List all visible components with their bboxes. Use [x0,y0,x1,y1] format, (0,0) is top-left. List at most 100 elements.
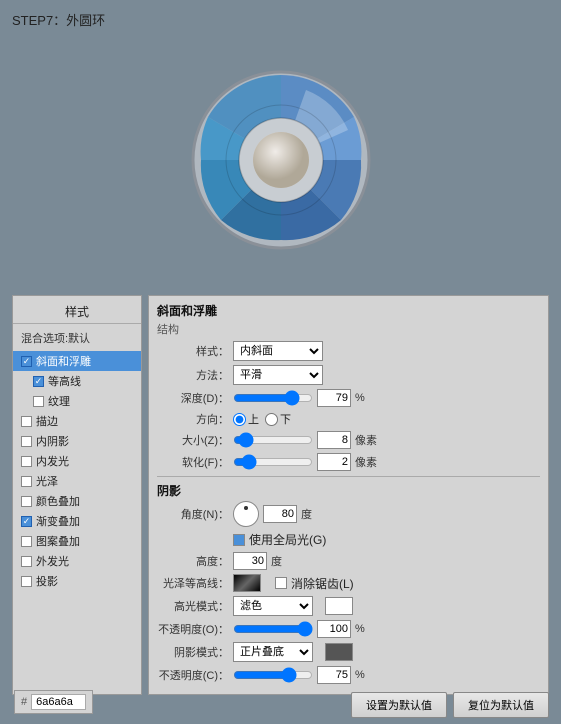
soften-slider[interactable] [233,455,313,469]
cb-innershadow[interactable] [21,436,32,447]
cb-stroke[interactable] [21,416,32,427]
style-item-bevel[interactable]: 斜面和浮雕 [13,351,141,371]
shadow-opacity-value[interactable] [317,666,351,684]
highlight-opacity-label: 不透明度(O)： [157,621,229,637]
gloss-preview[interactable] [233,574,261,592]
direction-row: 方向： 上 下 [157,411,540,427]
method-row: 方法： 平滑 雕刻清晰 [157,365,540,385]
style-row: 样式： 内斜面 外斜面 浮雕效果 [157,341,540,361]
ring-icon-svg [186,65,376,255]
style-label-stroke: 描边 [36,413,58,429]
divider-shadow [157,476,540,477]
style-item-coloroverlay[interactable]: 颜色叠加 [13,491,141,511]
cb-patternoverlay[interactable] [21,536,32,547]
use-global-label: 使用全局光(G) [249,531,326,548]
direction-up-label[interactable]: 上 [233,411,259,427]
main-panel: 样式 混合选项:默认 斜面和浮雕 等高线 纹理 描边 内阴影 内发光 [12,295,549,695]
shadow-opacity-label: 不透明度(C)： [157,667,229,683]
angle-widget[interactable] [233,501,259,527]
cb-satin[interactable] [21,476,32,487]
styles-title: 样式 [13,300,141,324]
depth-slider[interactable] [233,391,313,405]
cb-antialias[interactable] [275,577,287,589]
structure-label: 结构 [157,321,540,337]
style-item-satin[interactable]: 光泽 [13,471,141,491]
angle-dot [244,506,248,510]
size-unit: 像素 [355,432,377,448]
cb-use-global[interactable] [233,534,245,546]
anti-alias-label: 消除锯齿(L) [291,575,354,592]
highlight-opacity-row: 不透明度(O)： % [157,620,540,638]
style-item-contour[interactable]: 等高线 [13,371,141,391]
size-row: 大小(Z)： 像素 [157,431,540,449]
style-label-outerglow: 外发光 [36,553,69,569]
direction-down-label[interactable]: 下 [265,411,291,427]
altitude-value[interactable] [233,552,267,570]
cb-contour[interactable] [33,376,44,387]
depth-label: 深度(D)： [157,390,229,406]
shadow-opacity-row: 不透明度(C)： % [157,666,540,684]
shadow-color-swatch[interactable] [325,643,353,661]
gloss-row: 光泽等高线： 消除锯齿(L) [157,574,540,592]
depth-unit: % [355,392,365,404]
soften-unit: 像素 [355,454,377,470]
bevel-section-title: 斜面和浮雕 [157,302,540,319]
direction-down-text: 下 [280,411,291,427]
soften-value[interactable] [317,453,351,471]
shadow-mode-select[interactable]: 正片叠底 正常 [233,642,313,662]
reset-default-button[interactable]: 复位为默认值 [453,692,549,718]
depth-value[interactable] [317,389,351,407]
style-select[interactable]: 内斜面 外斜面 浮雕效果 [233,341,323,361]
style-field-label: 样式： [157,343,229,359]
styles-panel: 样式 混合选项:默认 斜面和浮雕 等高线 纹理 描边 内阴影 内发光 [12,295,142,695]
method-field-label: 方法： [157,367,229,383]
direction-down-radio[interactable] [265,413,278,426]
highlight-opacity-slider[interactable] [233,622,313,636]
cb-innerglow[interactable] [21,456,32,467]
direction-radio-group: 上 下 [233,411,291,427]
cb-dropshadow[interactable] [21,576,32,587]
highlight-color-swatch[interactable] [325,597,353,615]
blend-options[interactable]: 混合选项:默认 [13,328,141,348]
highlight-mode-select[interactable]: 滤色 正常 [233,596,313,616]
highlight-opacity-value[interactable] [317,620,351,638]
style-item-innerglow[interactable]: 内发光 [13,451,141,471]
style-item-outerglow[interactable]: 外发光 [13,551,141,571]
style-item-stroke[interactable]: 描边 [13,411,141,431]
cb-bevel[interactable] [21,356,32,367]
direction-up-radio[interactable] [233,413,246,426]
style-label-satin: 光泽 [36,473,58,489]
hex-display: # [14,690,93,714]
shadow-opacity-unit: % [355,669,365,681]
hex-input[interactable] [31,694,86,710]
size-slider[interactable] [233,433,313,447]
set-default-button[interactable]: 设置为默认值 [351,692,447,718]
style-item-dropshadow[interactable]: 投影 [13,571,141,591]
cb-coloroverlay[interactable] [21,496,32,507]
soften-row: 软化(F)： 像素 [157,453,540,471]
style-label-contour: 等高线 [48,373,81,389]
angle-value[interactable] [263,505,297,523]
style-item-patternoverlay[interactable]: 图案叠加 [13,531,141,551]
highlight-opacity-unit: % [355,623,365,635]
altitude-label: 高度： [157,553,229,569]
direction-label: 方向： [157,411,229,427]
style-label-patternoverlay: 图案叠加 [36,533,80,549]
altitude-unit: 度 [271,553,282,569]
cb-gradientoverlay[interactable] [21,516,32,527]
method-select[interactable]: 平滑 雕刻清晰 [233,365,323,385]
style-item-gradientoverlay[interactable]: 渐变叠加 [13,511,141,531]
style-item-texture[interactable]: 纹理 [13,391,141,411]
style-label-innershadow: 内阴影 [36,433,69,449]
shadow-mode-row: 阴影模式： 正片叠底 正常 [157,642,540,662]
cb-outerglow[interactable] [21,556,32,567]
angle-label: 角度(N)： [157,506,229,522]
style-label-coloroverlay: 颜色叠加 [36,493,80,509]
settings-panel: 斜面和浮雕 结构 样式： 内斜面 外斜面 浮雕效果 方法： 平滑 雕刻清晰 深度… [148,295,549,695]
size-value[interactable] [317,431,351,449]
depth-row: 深度(D)： % [157,389,540,407]
style-item-innershadow[interactable]: 内阴影 [13,431,141,451]
style-label-texture: 纹理 [48,393,70,409]
cb-texture[interactable] [33,396,44,407]
shadow-opacity-slider[interactable] [233,668,313,682]
